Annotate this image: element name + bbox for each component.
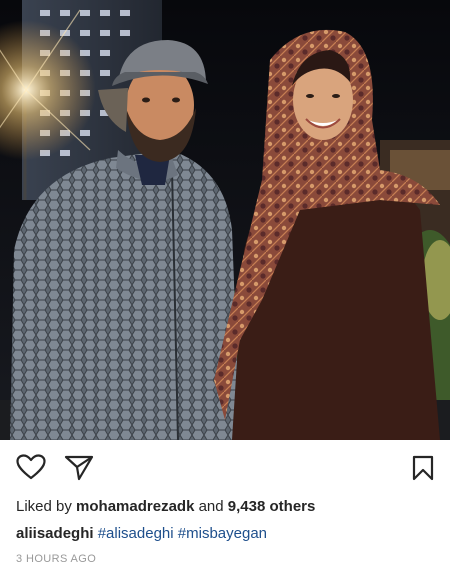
hashtag-link[interactable]: #misbayegan (178, 525, 267, 542)
likes-summary: Liked by mohamadrezadk and 9,438 others (16, 498, 315, 516)
share-icon[interactable] (64, 455, 94, 481)
caption-username[interactable]: aliisadeghi (16, 525, 94, 542)
action-bar (0, 440, 450, 492)
instagram-post: Liked by mohamadrezadk and 9,438 others … (0, 0, 450, 577)
liked-by-username[interactable]: mohamadrezadk (76, 498, 194, 515)
post-timestamp: 3 HOURS AGO (16, 553, 97, 565)
photo-illustration (0, 0, 450, 440)
likes-count[interactable]: 9,438 others (228, 498, 316, 515)
likes-and: and (198, 498, 224, 515)
post-photo[interactable] (0, 0, 450, 440)
likes-prefix: Liked by (16, 498, 72, 515)
bookmark-icon[interactable] (412, 455, 434, 481)
heart-icon[interactable] (16, 454, 46, 480)
post-caption: aliisadeghi #alisadeghi #misbayegan (16, 525, 267, 543)
hashtag-link[interactable]: #alisadeghi (98, 525, 174, 542)
